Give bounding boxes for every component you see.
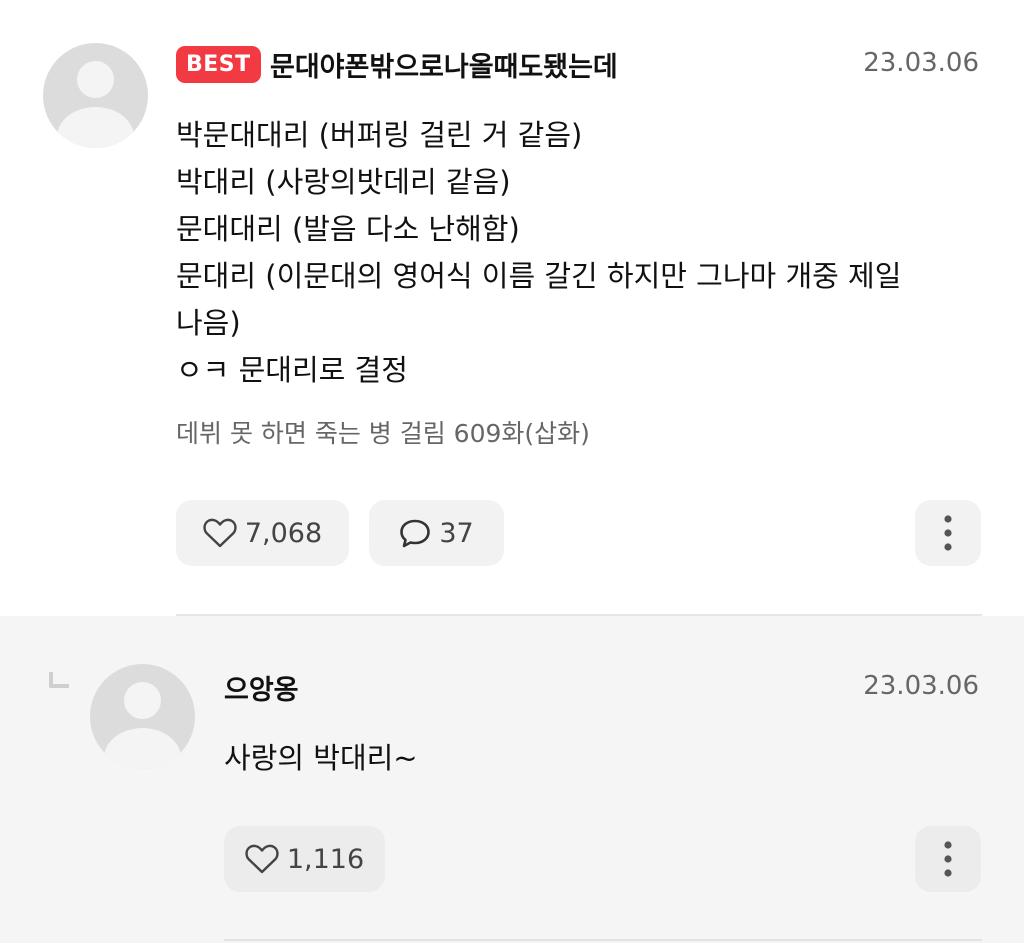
default-avatar-icon[interactable]	[43, 43, 148, 148]
reply-comment: 으앙옹 23.03.06 사랑의 박대리~ 1,116	[0, 616, 1024, 943]
best-badge: BEST	[176, 46, 261, 83]
avatar-head-shape	[124, 682, 161, 719]
reply-count-button[interactable]: 37	[369, 500, 504, 566]
like-button[interactable]: 7,068	[176, 500, 349, 566]
reply-like-count: 1,116	[286, 843, 365, 875]
comment-body: 박문대대리 (버퍼링 걸린 거 같음) 박대리 (사랑의밧데리 같음) 문대대리…	[176, 112, 976, 394]
comment-body-line: 박대리 (사랑의밧데리 같음)	[176, 165, 511, 199]
best-comment: BEST 문대야폰밖으로나올때도됐는데 23.03.06 박문대대리 (버퍼링 …	[0, 0, 1024, 616]
avatar-body-shape	[104, 728, 181, 769]
comment-body-line: ㅇㅋ 문대리로 결정	[176, 353, 408, 387]
reply-body: 사랑의 박대리~	[224, 741, 418, 775]
reply-count: 37	[439, 517, 474, 549]
reply-author-name[interactable]: 으앙옹	[224, 668, 299, 707]
episode-link[interactable]: 데뷔 못 하면 죽는 병 걸림 609화(삽화)	[176, 414, 590, 450]
comment-body-line: 나음)	[176, 306, 241, 340]
reply-divider	[224, 939, 982, 941]
reply-like-button[interactable]: 1,116	[224, 826, 385, 892]
heart-outline-icon	[203, 518, 237, 548]
more-options-button[interactable]	[915, 500, 981, 566]
like-count: 7,068	[244, 517, 323, 549]
avatar-body-shape	[57, 107, 134, 148]
comment-body-line: 문대대리 (발음 다소 난해함)	[176, 212, 520, 246]
comment-date: 23.03.06	[863, 48, 979, 78]
reply-more-options-button[interactable]	[915, 826, 981, 892]
default-avatar-icon[interactable]	[90, 664, 195, 769]
comment-author-name[interactable]: 문대야폰밖으로나올때도됐는데	[270, 45, 618, 84]
more-vertical-icon	[943, 514, 953, 552]
reply-indent-icon	[49, 672, 69, 688]
reply-date: 23.03.06	[863, 671, 979, 701]
comment-body-line: 박문대대리 (버퍼링 걸린 거 같음)	[176, 118, 583, 152]
heart-outline-icon	[245, 844, 279, 874]
speech-bubble-icon	[399, 518, 431, 548]
comment-body-line: 문대리 (이문대의 영어식 이름 갈긴 하지만 그나마 개중 제일	[176, 259, 902, 293]
more-vertical-icon	[943, 840, 953, 878]
avatar-head-shape	[77, 61, 114, 98]
